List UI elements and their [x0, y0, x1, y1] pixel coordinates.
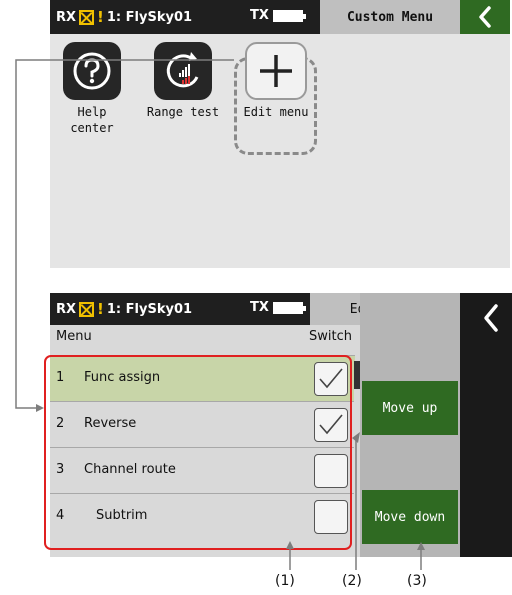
scrollbar[interactable] — [354, 361, 360, 557]
battery-icon — [272, 9, 306, 22]
scrollbar-thumb[interactable] — [354, 361, 360, 389]
tile-label: Range test — [146, 105, 220, 119]
custom-menu-screen: RX ! 1: FlySky01 TX Custom Menu Help cen… — [50, 0, 510, 268]
model-name: 1: FlySky01 — [106, 301, 193, 317]
move-down-button[interactable]: Move down — [362, 490, 458, 544]
rx-label: RX — [56, 9, 77, 25]
rx-no-signal-icon — [79, 9, 95, 25]
page-title: Custom Menu — [320, 0, 460, 34]
back-button[interactable] — [460, 0, 510, 34]
chevron-left-icon — [484, 304, 498, 332]
menu-column-header: Menu — [56, 329, 92, 344]
tx-label: TX — [250, 300, 269, 315]
warning-icon: ! — [97, 8, 104, 26]
warning-icon: ! — [97, 300, 104, 318]
tx-label: TX — [250, 8, 269, 23]
battery-icon — [272, 301, 306, 314]
tile-label-line2: center — [70, 121, 114, 135]
rx-no-signal-icon — [79, 301, 95, 317]
annotation-label-1: (1) — [275, 573, 295, 589]
help-center-tile[interactable]: Help center — [52, 42, 132, 136]
annotation-label-3: (3) — [407, 573, 427, 589]
annotation-label-2: (2) — [342, 573, 362, 589]
rx-label: RX — [56, 301, 77, 317]
move-up-button[interactable]: Move up — [362, 381, 458, 435]
back-button[interactable] — [470, 293, 512, 343]
chevron-left-icon — [479, 6, 491, 28]
plus-icon — [260, 55, 292, 87]
edit-menu-tile[interactable]: Edit menu — [236, 42, 316, 120]
model-name: 1: FlySky01 — [106, 9, 193, 25]
range-test-tile[interactable]: Range test — [143, 42, 223, 120]
question-circle-icon — [73, 52, 111, 90]
status-bar: RX ! 1: FlySky01 TX Custom Menu — [50, 0, 510, 34]
range-signal-icon — [166, 52, 199, 88]
tile-label: Help — [77, 105, 107, 119]
switch-column-header: Switch — [309, 329, 352, 344]
menu-list-highlight-frame — [44, 355, 352, 550]
diagram-page: RX ! 1: FlySky01 TX Custom Menu Help cen… — [0, 0, 512, 595]
tile-label: Edit menu — [243, 105, 309, 119]
